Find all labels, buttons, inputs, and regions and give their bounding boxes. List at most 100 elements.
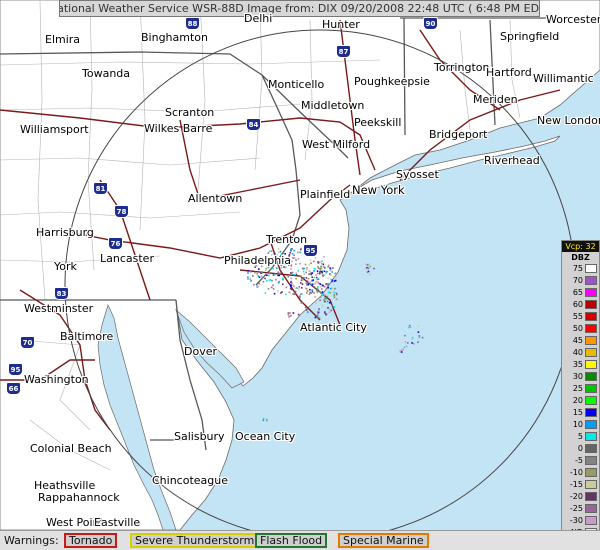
city-label: West Milford xyxy=(302,138,371,151)
radar-echo-pixel xyxy=(265,267,267,270)
radar-echo-pixel xyxy=(252,275,254,277)
radar-echo-pixel xyxy=(261,271,263,273)
city-label: Middletown xyxy=(301,99,365,112)
flash-flood-warning-button[interactable]: Flash Flood xyxy=(255,533,328,548)
radar-echo-pixel xyxy=(411,342,413,344)
radar-echo-pixel xyxy=(306,267,308,269)
legend-value: 55 xyxy=(572,312,583,321)
legend-swatch xyxy=(585,468,597,477)
radar-echo-pixel xyxy=(293,249,295,252)
city-label: Eastville xyxy=(94,516,141,529)
radar-echo-pixel xyxy=(311,290,314,293)
radar-echo-pixel xyxy=(299,251,301,254)
interstate-shield-icon: 81 xyxy=(93,182,108,195)
radar-echo-pixel xyxy=(249,277,251,280)
city-label: Peekskill xyxy=(354,116,402,129)
city-label: York xyxy=(54,260,77,273)
legend-value: 25 xyxy=(572,384,583,393)
radar-echo-pixel xyxy=(316,281,318,284)
vcp-label: Vcp: 32 xyxy=(562,241,599,252)
legend-swatch xyxy=(585,300,597,309)
legend-value: 20 xyxy=(572,396,583,405)
radar-echo-pixel xyxy=(321,270,323,273)
radar-echo-pixel xyxy=(366,264,369,266)
interstate-shield-icon: 83 xyxy=(54,287,69,300)
city-label: Delhi xyxy=(244,12,273,25)
radar-echo-pixel xyxy=(321,260,323,262)
radar-echo-pixel xyxy=(302,270,305,273)
radar-echo-pixel xyxy=(418,335,421,337)
radar-echo-pixel xyxy=(257,275,260,277)
radar-echo-pixel xyxy=(298,295,301,297)
radar-echo-pixel xyxy=(327,300,329,303)
radar-echo-pixel xyxy=(276,267,278,269)
radar-echo-pixel xyxy=(306,284,308,286)
radar-echo-pixel xyxy=(301,278,303,280)
city-label: Colonial Beach xyxy=(30,442,112,455)
radar-echo-pixel xyxy=(277,290,279,292)
radar-echo-pixel xyxy=(402,348,405,351)
radar-echo-pixel xyxy=(326,295,329,298)
radar-echo-pixel xyxy=(291,260,293,263)
radar-echo-pixel xyxy=(418,336,421,339)
city-label: Chincoteague xyxy=(152,474,229,487)
radar-echo-pixel xyxy=(282,277,284,279)
radar-echo-pixel xyxy=(290,284,292,286)
radar-echo-pixel xyxy=(264,292,267,294)
legend-swatch xyxy=(585,288,597,297)
special-marine-warning-button[interactable]: Special Marine xyxy=(338,533,429,548)
radar-echo-pixel xyxy=(310,262,312,265)
interstate-shield-icon: 95 xyxy=(303,244,318,257)
radar-echo-pixel xyxy=(319,296,322,298)
radar-echo-pixel xyxy=(247,272,249,274)
radar-echo-pixel xyxy=(288,312,291,314)
radar-echo-pixel xyxy=(297,251,299,254)
severe-thunderstorm-warning-button[interactable]: Severe Thunderstorm xyxy=(130,533,260,548)
legend-swatch xyxy=(585,336,597,345)
radar-echo-pixel xyxy=(303,273,306,275)
radar-echo-pixel xyxy=(261,277,264,279)
interstate-shield-icon: 78 xyxy=(114,205,129,218)
radar-echo-pixel xyxy=(313,260,315,263)
radar-echo-pixel xyxy=(327,265,329,268)
city-label: Hunter xyxy=(322,18,360,31)
city-label: Ocean City xyxy=(235,430,296,443)
radar-echo-pixel xyxy=(313,270,316,272)
radar-echo-pixel xyxy=(400,351,403,353)
radar-echo-pixel xyxy=(310,273,313,275)
radar-echo-pixel xyxy=(308,281,310,284)
tornado-warning-button[interactable]: Tornado xyxy=(64,533,118,548)
warnings-label: Warnings: xyxy=(4,534,59,547)
interstate-shield-icon: 88 xyxy=(185,17,200,30)
radar-echo-pixel xyxy=(335,276,337,279)
radar-echo-pixel xyxy=(317,261,319,263)
city-label: Bridgeport xyxy=(429,128,488,141)
radar-echo-pixel xyxy=(266,274,268,277)
legend-row: 55 xyxy=(563,311,599,322)
radar-echo-pixel xyxy=(325,313,327,316)
legend-value: 30 xyxy=(572,372,583,381)
city-label: New London xyxy=(537,114,600,127)
radar-echo-pixel xyxy=(323,294,326,296)
city-label: Springfield xyxy=(500,30,560,43)
radar-echo-pixel xyxy=(301,293,303,295)
city-label: Meriden xyxy=(473,93,518,106)
radar-echo-pixel xyxy=(264,277,266,280)
radar-echo-pixel xyxy=(300,247,302,250)
radar-echo-pixel xyxy=(311,289,313,291)
radar-echo-pixel xyxy=(399,350,402,352)
city-label: Wilkes Barre xyxy=(144,122,213,135)
legend-value: 50 xyxy=(572,324,583,333)
radar-echo-pixel xyxy=(296,287,298,289)
legend-row: 15 xyxy=(563,407,599,418)
radar-echo-pixel xyxy=(309,259,312,262)
radar-echo-pixel xyxy=(295,259,297,261)
radar-echo-pixel xyxy=(322,270,325,272)
radar-echo-pixel xyxy=(318,317,321,319)
radar-echo-pixel xyxy=(331,271,333,273)
radar-echo-pixel xyxy=(329,301,331,304)
legend-value: 70 xyxy=(572,276,583,285)
radar-echo-pixel xyxy=(328,291,330,294)
legend-row: 60 xyxy=(563,299,599,310)
radar-echo-pixel xyxy=(401,349,403,351)
